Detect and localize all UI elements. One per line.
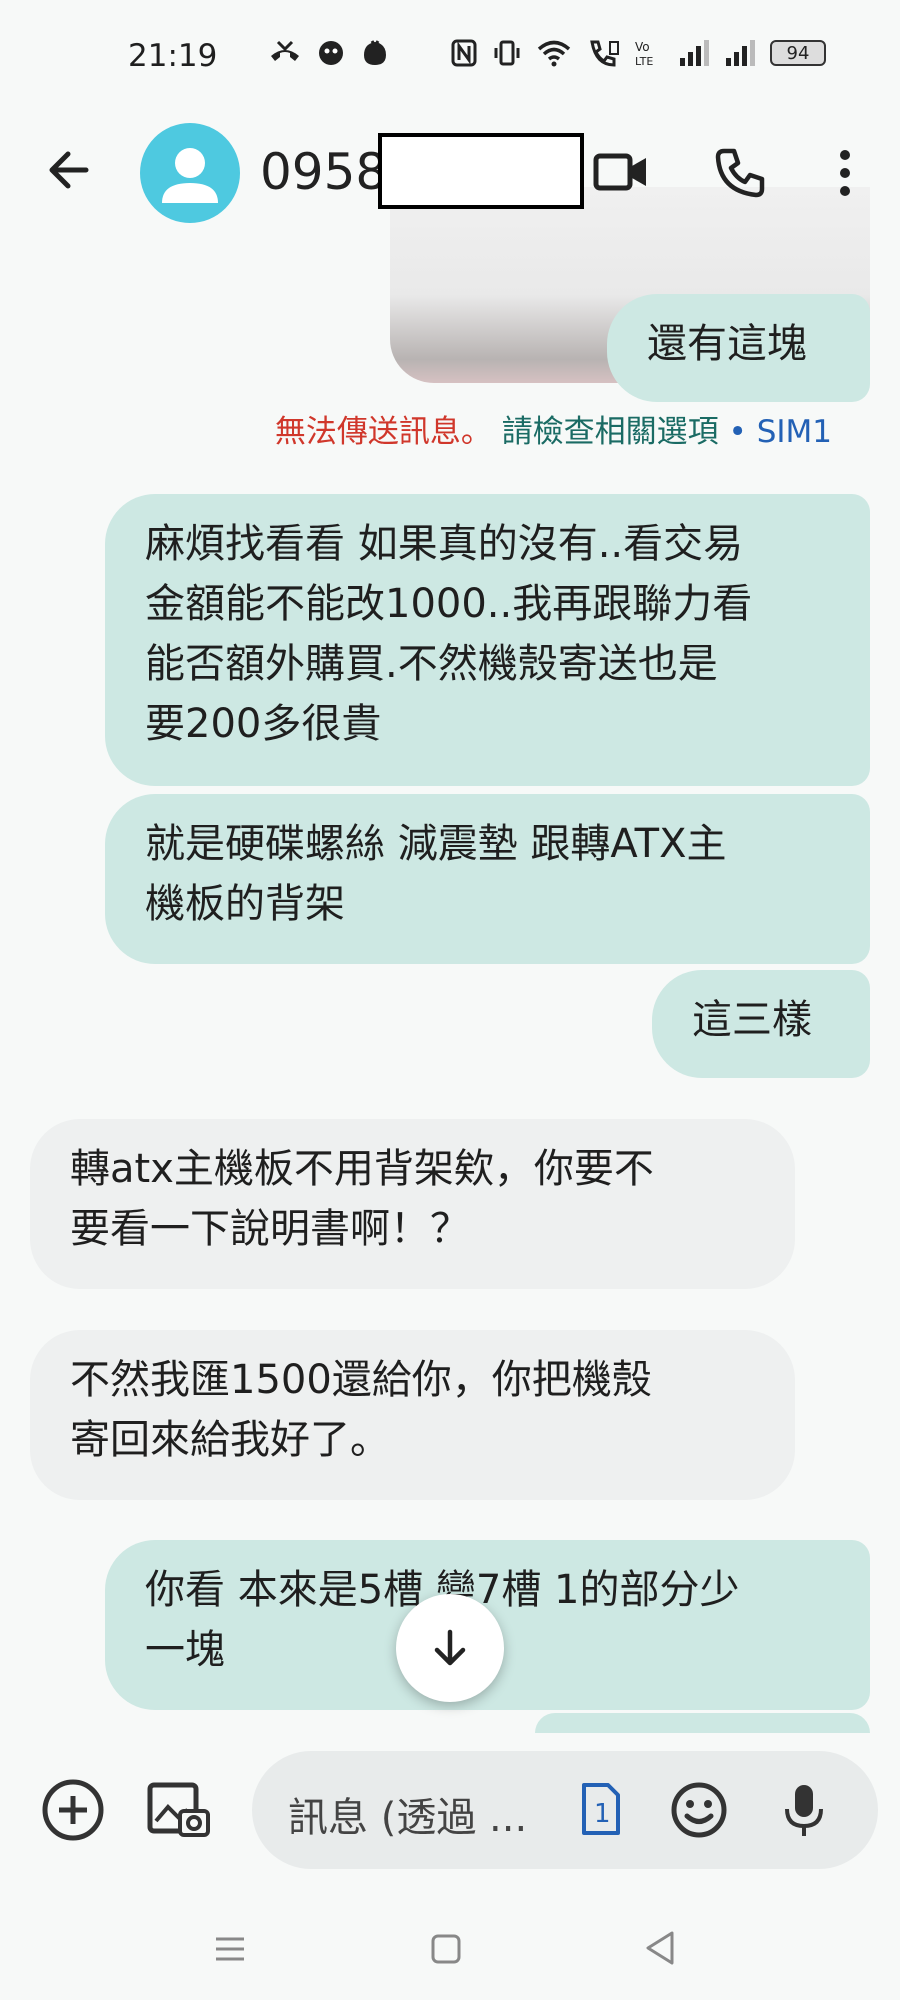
home-square-icon[interactable] — [430, 1932, 462, 1966]
sim-badge: 1 — [594, 1799, 611, 1829]
wifi-icon — [537, 40, 571, 67]
redaction-box — [378, 133, 584, 209]
back-arrow-icon[interactable] — [44, 145, 94, 195]
message-input-placeholder: 訊息 (透過 ... — [288, 1795, 528, 1841]
compose-bar: 訊息 (透過 ... 1 — [0, 1745, 900, 1875]
more-options-icon[interactable] — [830, 145, 860, 201]
status-time: 21:19 — [128, 38, 218, 74]
message-bubble-sent[interactable]: 就是硬碟螺絲 減震墊 跟轉ATX主 機板的背架 — [105, 794, 870, 964]
video-call-icon[interactable] — [592, 147, 652, 197]
volte-icon: VoLTE — [635, 40, 653, 68]
status-separator: • — [728, 414, 747, 450]
battery-icon: 94 — [770, 40, 826, 66]
emoji-icon[interactable] — [670, 1781, 728, 1839]
signal-icon — [680, 40, 709, 66]
phone-call-icon[interactable] — [712, 145, 768, 201]
arrow-down-icon — [434, 1629, 466, 1666]
message-bubble-received[interactable]: 轉atx主機板不用背架欸，你要不 要看一下說明書啊！？ — [30, 1119, 795, 1289]
contact-avatar[interactable] — [140, 123, 240, 223]
sim-label: SIM1 — [756, 414, 832, 450]
microphone-icon[interactable] — [782, 1781, 826, 1839]
wifi-calling-icon — [590, 40, 619, 67]
message-bubble-partial — [535, 1713, 870, 1733]
status-bar: 21:19 Vo LTE 94 — [0, 0, 900, 86]
contact-number[interactable]: 0958 — [260, 143, 387, 201]
send-error-text: 無法傳送訊息。 — [274, 414, 492, 450]
signal-icon-2 — [726, 40, 755, 66]
svg-text:Vo: Vo — [635, 40, 650, 54]
message-bubble-received[interactable]: 不然我匯1500還給你，你把機殼 寄回來給我好了。 — [30, 1330, 795, 1500]
send-failed-status[interactable]: 無法傳送訊息。 請檢查相關選項 • SIM1 — [275, 406, 832, 451]
vibrate-icon — [494, 40, 520, 66]
notification-icons — [268, 38, 390, 68]
app-notification-icon-2 — [364, 40, 386, 65]
message-bubble-sent[interactable]: 麻煩找看看 如果真的沒有..看交易 金額能不能改1000..我再跟聯力看 能否額… — [105, 494, 870, 786]
person-icon — [162, 148, 218, 203]
recents-menu-icon[interactable] — [214, 1933, 246, 1965]
system-icons: Vo LTE 94 — [450, 38, 826, 68]
add-attachment-icon[interactable] — [40, 1777, 106, 1843]
sim-card-icon[interactable]: 1 — [578, 1781, 622, 1837]
message-input[interactable]: 訊息 (透過 ... 1 — [252, 1751, 878, 1869]
nfc-icon — [451, 39, 477, 67]
conversation-header: 0958 — [0, 95, 900, 383]
system-navigation-bar — [0, 1905, 900, 2000]
missed-call-icon — [271, 40, 299, 61]
app-notification-icon — [319, 41, 343, 65]
message-bubble-sent[interactable]: 這三樣 — [652, 970, 870, 1078]
svg-text:LTE: LTE — [635, 55, 653, 68]
back-triangle-icon[interactable] — [644, 1929, 676, 1967]
message-bubble-sent[interactable]: 還有這塊 — [607, 294, 870, 402]
send-hint-text: 請檢查相關選項 — [501, 414, 719, 450]
scroll-to-bottom-button[interactable] — [396, 1594, 504, 1702]
gallery-camera-icon[interactable] — [144, 1775, 212, 1843]
